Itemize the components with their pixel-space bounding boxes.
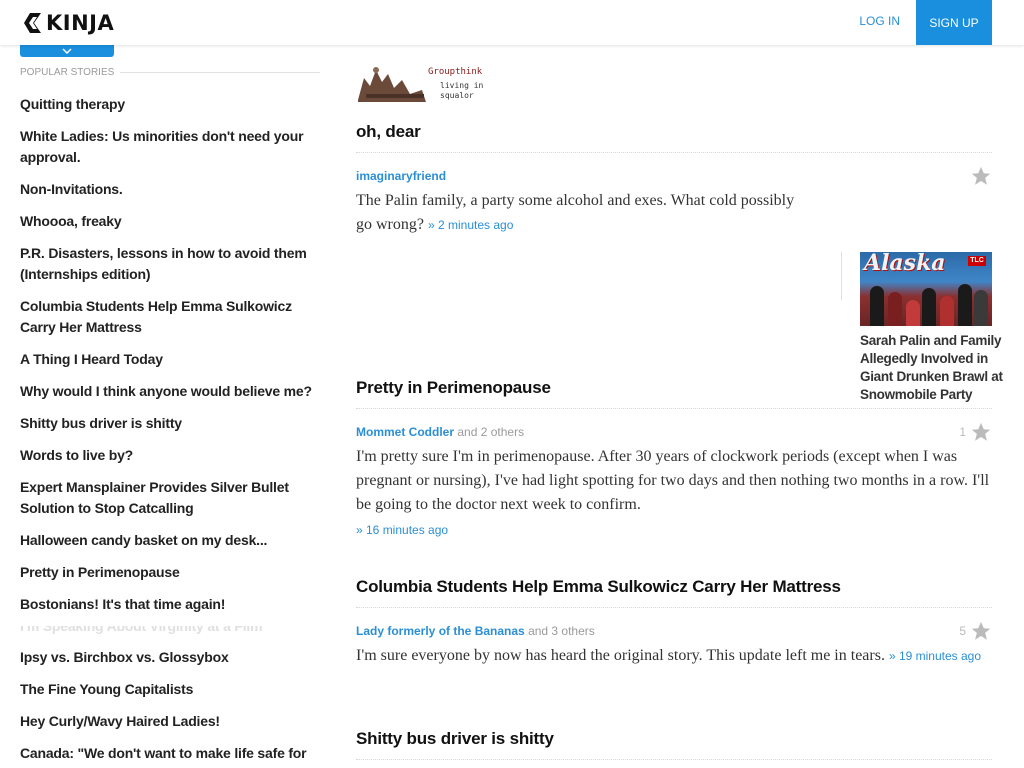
blog-logo-tagline-2: squalor — [440, 91, 474, 100]
person-figure — [958, 284, 972, 326]
person-figure — [906, 300, 920, 326]
post: oh, dear imaginaryfriend The Palin famil… — [356, 122, 1003, 402]
author-link[interactable]: Lady formerly of the Bananas — [356, 624, 525, 638]
story-link[interactable]: Columbia Students Help Emma Sulkowicz Ca… — [20, 296, 316, 338]
post-excerpt-text: I'm sure everyone by now has heard the o… — [356, 647, 885, 664]
main-content: Groupthink living in squalor oh, dear im… — [356, 60, 1003, 760]
blog-logo[interactable]: Groupthink living in squalor — [356, 60, 488, 106]
login-link[interactable]: LOG IN — [859, 14, 900, 28]
story-link[interactable]: Quitting therapy — [20, 94, 316, 115]
story-link[interactable]: Whoooa, freaky — [20, 211, 316, 232]
divider — [356, 759, 992, 760]
post-excerpt-text: The Palin family, a party some alcohol a… — [356, 192, 795, 233]
divider — [120, 72, 320, 73]
popular-stories-header: POPULAR STORIES — [20, 67, 320, 78]
star-control: 5 — [959, 620, 992, 642]
story-link-faded-text: I'm Speaking About Virginity at a Film F… — [20, 626, 263, 634]
post: Shitty bus driver is shitty — [356, 729, 992, 760]
story-link[interactable]: Why would I think anyone would believe m… — [20, 381, 316, 402]
story-link[interactable]: Non-Invitations. — [20, 179, 316, 200]
star-icon[interactable] — [970, 620, 992, 642]
timestamp-link[interactable]: » 2 minutes ago — [428, 218, 513, 232]
story-link[interactable]: P.R. Disasters, lessons in how to avoid … — [20, 243, 316, 285]
post-meta: Lady formerly of the Bananas and 3 other… — [356, 620, 992, 642]
story-link[interactable]: A Thing I Heard Today — [20, 349, 316, 370]
image-badge: TLC — [968, 256, 986, 266]
star-control — [970, 165, 992, 187]
post-title[interactable]: Shitty bus driver is shitty — [356, 729, 992, 749]
popular-stories-label: POPULAR STORIES — [20, 67, 115, 78]
post: Columbia Students Help Emma Sulkowicz Ca… — [356, 577, 992, 668]
blog-logo-name: Groupthink — [428, 67, 483, 77]
timestamp-link[interactable]: » 16 minutes ago — [356, 523, 448, 537]
post-meta: Mommet Coddler and 2 others 1 — [356, 421, 992, 443]
story-link[interactable]: Shitty bus driver is shitty — [20, 413, 316, 434]
star-control: 1 — [959, 421, 992, 443]
author-link[interactable]: imaginaryfriend — [356, 169, 446, 183]
story-link[interactable]: White Ladies: Us minorities don't need y… — [20, 126, 316, 168]
person-figure — [940, 296, 954, 326]
story-link[interactable]: Pretty in Perimenopause — [20, 562, 316, 583]
divider — [841, 252, 842, 300]
post-meta: imaginaryfriend — [356, 165, 992, 187]
story-link[interactable]: Hey Curly/Wavy Haired Ladies! — [20, 711, 316, 732]
sidebar-toggle-button[interactable] — [20, 45, 114, 57]
post-title[interactable]: Columbia Students Help Emma Sulkowicz Ca… — [356, 577, 992, 597]
post-title[interactable]: Pretty in Perimenopause — [356, 378, 992, 398]
story-link[interactable]: Expert Mansplainer Provides Silver Bulle… — [20, 477, 316, 519]
kinja-logo[interactable]: KINJA — [24, 11, 114, 35]
story-link[interactable]: Words to live by? — [20, 445, 316, 466]
star-count: 5 — [959, 624, 966, 638]
person-figure — [974, 290, 988, 326]
person-figure — [922, 288, 936, 326]
story-link[interactable]: The Fine Young Capitalists — [20, 679, 316, 700]
co-authors-text: and 2 others — [457, 425, 525, 439]
image-title: Alaska — [864, 252, 946, 276]
author-link[interactable]: Mommet Coddler — [356, 425, 454, 439]
star-count: 1 — [959, 425, 966, 439]
post-excerpt: The Palin family, a party some alcohol a… — [356, 189, 812, 237]
related-story-image[interactable]: Alaska TLC — [860, 252, 992, 326]
top-navigation-bar: KINJA LOG IN SIGN UP — [0, 0, 1024, 45]
star-icon[interactable] — [970, 421, 992, 443]
timestamp-link[interactable]: » 19 minutes ago — [889, 649, 981, 663]
signup-button[interactable]: SIGN UP — [916, 0, 992, 45]
divider — [356, 408, 992, 409]
divider — [356, 607, 992, 608]
post-excerpt: I'm sure everyone by now has heard the o… — [356, 644, 992, 668]
story-link-faded[interactable]: I'm Speaking About Virginity at a Film F… — [20, 626, 316, 637]
popular-stories-list: Quitting therapy White Ladies: Us minori… — [20, 94, 316, 768]
person-figure — [888, 292, 902, 326]
chevron-down-icon — [62, 48, 72, 54]
star-icon[interactable] — [970, 165, 992, 187]
divider — [356, 152, 992, 153]
post: Pretty in Perimenopause Mommet Coddler a… — [356, 378, 992, 539]
story-link[interactable]: Ipsy vs. Birchbox vs. Glossybox — [20, 647, 316, 668]
post-title[interactable]: oh, dear — [356, 122, 992, 142]
logo-text: KINJA — [46, 11, 115, 35]
co-authors-text: and 3 others — [528, 624, 595, 638]
story-link[interactable]: Canada: "We don't want to make life safe… — [20, 743, 316, 764]
kinja-logo-icon — [24, 13, 41, 33]
blog-logo-tagline-1: living in — [440, 81, 484, 90]
story-link[interactable]: Bostonians! It's that time again! — [20, 594, 316, 615]
person-figure — [870, 286, 884, 326]
story-link[interactable]: Halloween candy basket on my desk... — [20, 530, 316, 551]
post-excerpt: I'm pretty sure I'm in perimenopause. Af… — [356, 448, 990, 513]
